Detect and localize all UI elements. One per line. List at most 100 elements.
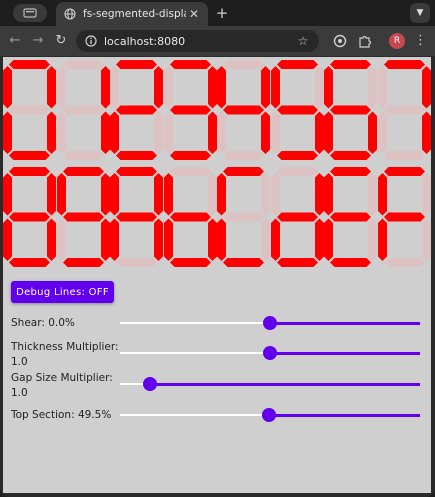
segment-b bbox=[314, 173, 324, 216]
segment-b bbox=[100, 66, 110, 109]
segment-a bbox=[330, 167, 371, 176]
slider-track-active bbox=[270, 321, 420, 325]
segment-f bbox=[110, 173, 119, 216]
segment-digit-5 bbox=[270, 60, 324, 160]
segment-c bbox=[314, 111, 324, 154]
segment-c bbox=[261, 111, 270, 154]
segment-c bbox=[314, 218, 324, 261]
top-section-label: Top Section: 49.5% bbox=[11, 409, 112, 421]
address-bar[interactable]: localhost:8080 ☆ bbox=[76, 30, 319, 52]
gap-size-label: Gap Size Multiplier: 1.0 bbox=[11, 372, 113, 399]
tab-active[interactable]: fs-segmented-display ✕ bbox=[56, 2, 208, 26]
segment-d bbox=[330, 151, 371, 160]
segment-d bbox=[169, 258, 211, 267]
segment-f bbox=[56, 66, 66, 109]
slider-track-active bbox=[270, 351, 420, 355]
segment-b bbox=[261, 173, 270, 216]
segment-e bbox=[163, 218, 173, 261]
segment-digit-0 bbox=[3, 60, 56, 160]
segment-f bbox=[3, 173, 12, 216]
segment-digit-4 bbox=[217, 60, 270, 160]
segment-b bbox=[421, 66, 431, 109]
forward-arrow-icon[interactable]: → bbox=[30, 33, 46, 49]
segment-d bbox=[62, 258, 104, 267]
shear-slider[interactable] bbox=[120, 316, 420, 330]
segment-a bbox=[169, 60, 211, 69]
segment-f bbox=[270, 66, 280, 109]
segment-f bbox=[3, 66, 12, 109]
segment-g bbox=[330, 105, 371, 115]
segment-f bbox=[110, 66, 119, 109]
chevron-down-icon[interactable]: ▼ bbox=[410, 3, 430, 23]
segment-b bbox=[314, 66, 324, 109]
reload-icon[interactable]: ↻ bbox=[53, 33, 69, 49]
kebab-menu-icon[interactable]: ⋮ bbox=[414, 33, 427, 49]
url-text[interactable]: localhost:8080 bbox=[104, 35, 295, 48]
segment-b bbox=[154, 66, 163, 109]
site-info-icon[interactable] bbox=[85, 35, 97, 47]
browser-window: fs-segmented-display ✕ + ▼ ← → ↻ localho… bbox=[0, 0, 435, 497]
tab-search-icon bbox=[23, 8, 37, 18]
segment-a bbox=[169, 167, 211, 176]
slider-thumb[interactable] bbox=[263, 346, 277, 360]
puzzle-icon[interactable] bbox=[358, 34, 372, 48]
tab-title: fs-segmented-display bbox=[83, 8, 186, 20]
close-icon[interactable]: ✕ bbox=[186, 6, 202, 22]
tab-search-button[interactable] bbox=[13, 4, 47, 22]
segment-a bbox=[9, 60, 50, 69]
segment-g bbox=[276, 212, 318, 222]
slider-thumb[interactable] bbox=[143, 377, 157, 391]
segment-d bbox=[276, 151, 318, 160]
segment-digit-6 bbox=[324, 60, 377, 160]
segment-a bbox=[9, 167, 50, 176]
segment-f bbox=[163, 66, 173, 109]
segment-digit-E bbox=[324, 167, 377, 267]
segment-f bbox=[377, 173, 387, 216]
slider-thumb[interactable] bbox=[263, 316, 277, 330]
segment-digit-8 bbox=[3, 167, 56, 267]
segment-e bbox=[324, 218, 333, 261]
plus-icon[interactable]: + bbox=[214, 5, 230, 21]
slider-thumb[interactable] bbox=[261, 408, 276, 422]
debug-lines-button[interactable]: Debug Lines: OFF bbox=[11, 281, 114, 303]
segment-e bbox=[163, 111, 173, 154]
segment-e bbox=[3, 218, 12, 261]
segment-g bbox=[223, 105, 264, 115]
display-row-top bbox=[3, 60, 431, 160]
toolbar: ← → ↻ localhost:8080 ☆ R ⋮ bbox=[0, 26, 435, 56]
top-section-slider[interactable] bbox=[120, 408, 420, 422]
segment-c bbox=[421, 111, 431, 154]
segment-b bbox=[100, 173, 110, 216]
segment-e bbox=[324, 111, 333, 154]
segment-a bbox=[116, 167, 157, 176]
thickness-slider[interactable] bbox=[120, 346, 420, 360]
segment-g bbox=[62, 212, 104, 222]
segment-d bbox=[116, 258, 157, 267]
display-row-bottom bbox=[3, 167, 431, 267]
tab-strip: fs-segmented-display ✕ + ▼ bbox=[0, 0, 435, 26]
segment-c bbox=[47, 111, 56, 154]
avatar[interactable]: R bbox=[389, 33, 405, 49]
puzzle-glyph-icon bbox=[359, 35, 372, 48]
segment-b bbox=[261, 66, 270, 109]
segment-e bbox=[270, 218, 280, 261]
page-content: Debug Lines: OFF Shear: 0.0% Thickness M… bbox=[3, 57, 431, 493]
segment-a bbox=[62, 60, 104, 69]
back-arrow-icon[interactable]: ← bbox=[7, 33, 23, 49]
segment-d bbox=[383, 151, 425, 160]
segment-digit-9 bbox=[56, 167, 110, 267]
segment-f bbox=[56, 173, 66, 216]
segment-f bbox=[324, 66, 333, 109]
segment-d bbox=[169, 151, 211, 160]
segment-e bbox=[110, 111, 119, 154]
star-icon[interactable]: ☆ bbox=[295, 34, 311, 48]
segment-c bbox=[100, 111, 110, 154]
segment-a bbox=[116, 60, 157, 69]
gap-size-slider[interactable] bbox=[120, 377, 420, 391]
segment-b bbox=[421, 173, 431, 216]
slider-track-active bbox=[150, 382, 420, 386]
extension-icon[interactable] bbox=[333, 34, 347, 48]
segment-b bbox=[207, 66, 217, 109]
segment-a bbox=[276, 60, 318, 69]
segment-d bbox=[116, 151, 157, 160]
